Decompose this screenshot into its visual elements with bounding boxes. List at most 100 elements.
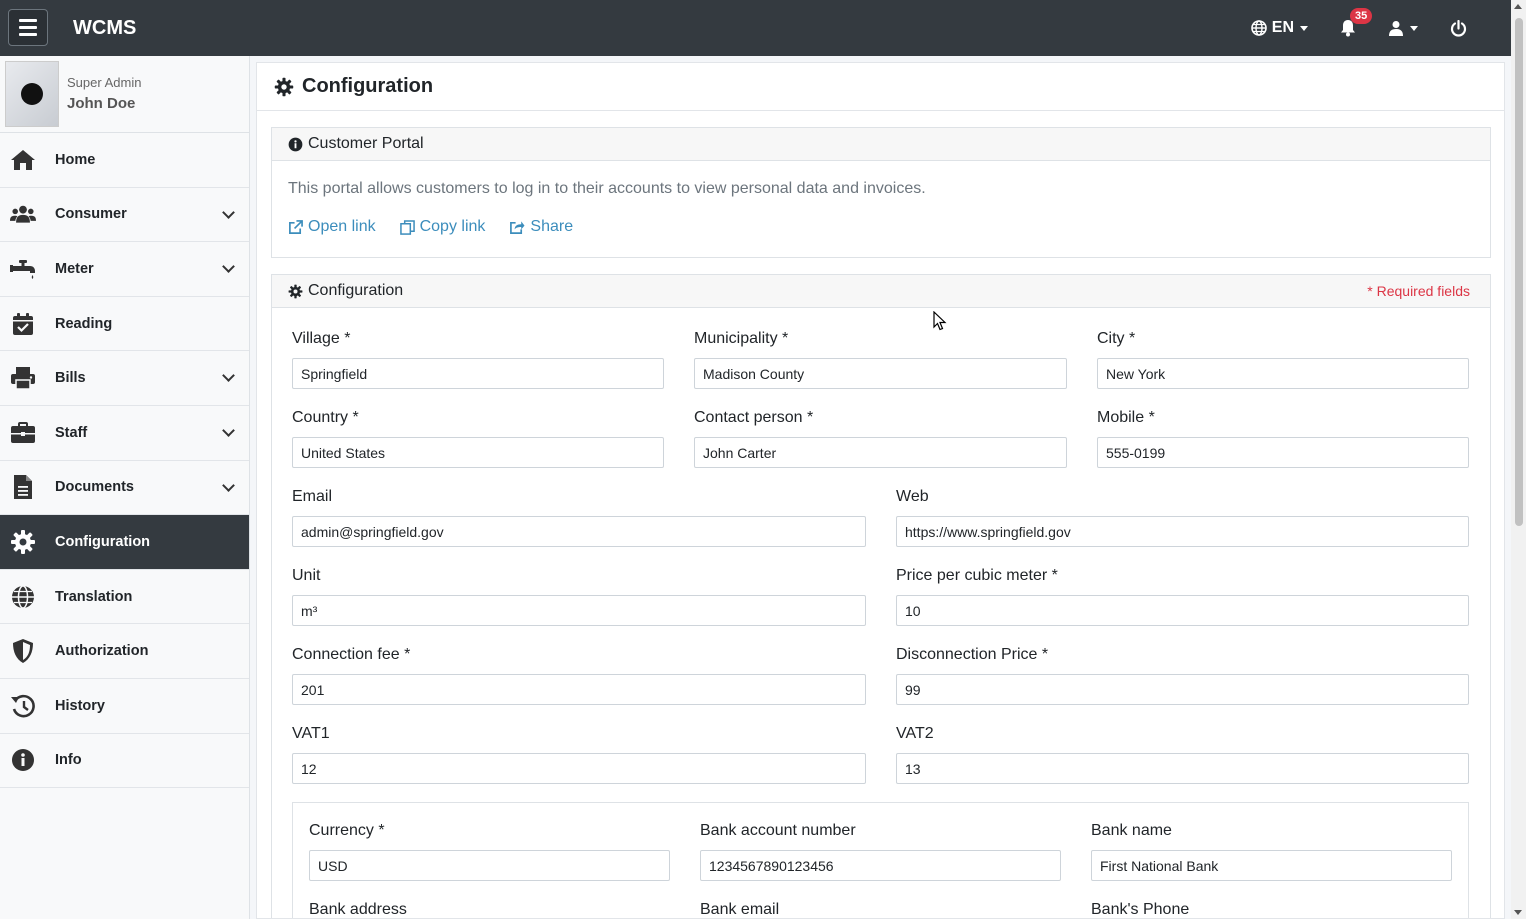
customer-portal-card: Customer Portal This portal allows custo… bbox=[271, 127, 1491, 258]
open-link-button[interactable]: Open link bbox=[288, 218, 376, 236]
price-per-cubic-meter-field-group: Price per cubic meter * bbox=[896, 567, 1469, 626]
configuration-card: Configuration * Required fields Village … bbox=[271, 274, 1491, 918]
sidebar-item-staff[interactable]: Staff bbox=[0, 406, 249, 461]
bank-address-label: Bank address bbox=[309, 901, 407, 918]
chevron-down-icon bbox=[222, 424, 235, 437]
disconnection-price-input[interactable] bbox=[896, 674, 1469, 705]
city-input[interactable] bbox=[1097, 358, 1469, 389]
vat2-label: VAT2 bbox=[896, 725, 934, 742]
notification-badge: 35 bbox=[1350, 8, 1373, 24]
sidebar-item-configuration[interactable]: Configuration bbox=[0, 515, 249, 570]
file-icon bbox=[10, 474, 36, 500]
scroll-up-arrow-icon[interactable] bbox=[1514, 4, 1522, 9]
language-dropdown[interactable]: EN bbox=[1235, 0, 1324, 56]
disconnection-price-label: Disconnection Price * bbox=[896, 646, 1049, 663]
top-navbar: WCMS EN 35 bbox=[0, 0, 1511, 56]
hamburger-icon-bar bbox=[19, 19, 37, 22]
bank-name-field-group: Bank name bbox=[1091, 822, 1452, 881]
app-brand[interactable]: WCMS bbox=[73, 17, 136, 40]
village-input[interactable] bbox=[292, 358, 664, 389]
scroll-down-arrow-icon[interactable] bbox=[1514, 910, 1522, 915]
sidebar-item-reading[interactable]: Reading bbox=[0, 297, 249, 352]
external-link-icon bbox=[289, 219, 303, 234]
sidebar-item-info[interactable]: Info bbox=[0, 734, 249, 789]
sidebar-item-translation[interactable]: Translation bbox=[0, 570, 249, 625]
faucet-icon bbox=[10, 256, 36, 282]
mouse-cursor-icon bbox=[933, 311, 947, 331]
language-label: EN bbox=[1271, 19, 1294, 36]
municipality-field-group: Municipality * bbox=[694, 330, 1067, 389]
notifications-button[interactable]: 35 bbox=[1324, 0, 1373, 56]
page-scrollbar[interactable] bbox=[1511, 0, 1526, 919]
sidebar-item-history[interactable]: History bbox=[0, 679, 249, 734]
bank-account-number-input[interactable] bbox=[700, 850, 1061, 881]
chevron-down-icon bbox=[222, 260, 235, 274]
shield-icon bbox=[10, 638, 36, 664]
user-name[interactable]: John Doe bbox=[67, 95, 135, 112]
vat2-input[interactable] bbox=[896, 753, 1469, 784]
sidebar-item-home[interactable]: Home bbox=[0, 133, 249, 188]
sidebar-item-meter[interactable]: Meter bbox=[0, 242, 249, 297]
sidebar-item-label: Configuration bbox=[55, 533, 151, 550]
logout-button[interactable] bbox=[1434, 0, 1483, 56]
web-input[interactable] bbox=[896, 516, 1469, 547]
print-icon bbox=[10, 365, 36, 391]
main-content: Configuration Customer Portal This porta… bbox=[256, 62, 1505, 919]
navbar-right: EN 35 bbox=[1235, 0, 1483, 56]
info-icon bbox=[10, 747, 36, 773]
hamburger-menu-button[interactable] bbox=[8, 9, 48, 46]
bank-phone-label: Bank's Phone bbox=[1091, 901, 1190, 918]
page-title: Configuration bbox=[302, 75, 434, 97]
bank-account-number-field-group: Bank account number bbox=[700, 822, 1061, 881]
contact-person-input[interactable] bbox=[694, 437, 1067, 468]
chevron-down-icon bbox=[222, 205, 235, 219]
mobile-input[interactable] bbox=[1097, 437, 1469, 468]
vat1-input[interactable] bbox=[292, 753, 866, 784]
power-icon bbox=[1450, 19, 1467, 37]
unit-label: Unit bbox=[292, 567, 321, 584]
user-dropdown[interactable] bbox=[1372, 0, 1434, 56]
municipality-input[interactable] bbox=[694, 358, 1067, 389]
customer-portal-title: Customer Portal bbox=[308, 135, 424, 152]
web-field-group: Web bbox=[896, 488, 1469, 547]
sidebar-item-label: Authorization bbox=[55, 643, 149, 660]
bank-phone-field-group: Bank's Phone bbox=[1091, 901, 1452, 918]
sidebar-item-authorization[interactable]: Authorization bbox=[0, 624, 249, 679]
vat2-field-group: VAT2 bbox=[896, 725, 1469, 784]
connection-fee-input[interactable] bbox=[292, 674, 866, 705]
sidebar-item-documents[interactable]: Documents bbox=[0, 461, 249, 516]
configuration-title: Configuration bbox=[308, 282, 404, 299]
email-label: Email bbox=[292, 488, 333, 505]
gear-icon bbox=[10, 529, 36, 555]
sidebar-item-consumer[interactable]: Consumer bbox=[0, 188, 249, 243]
sidebar-item-label: Meter bbox=[55, 260, 94, 277]
sidebar-item-label: Staff bbox=[55, 424, 88, 441]
hamburger-icon-bar bbox=[19, 33, 37, 36]
chevron-down-icon bbox=[222, 478, 235, 492]
portal-description: This portal allows customers to log in t… bbox=[288, 180, 926, 197]
gear-icon bbox=[288, 284, 303, 298]
sidebar-item-label: Documents bbox=[55, 479, 134, 496]
city-field-group: City * bbox=[1097, 330, 1469, 389]
currency-input[interactable] bbox=[309, 850, 670, 881]
currency-label: Currency * bbox=[309, 822, 385, 839]
customer-portal-header: Customer Portal bbox=[272, 128, 1490, 161]
copy-link-button[interactable]: Copy link bbox=[399, 218, 485, 236]
bank-address-field-group: Bank address bbox=[309, 901, 670, 918]
bank-name-input[interactable] bbox=[1091, 850, 1452, 881]
country-field-group: Country * bbox=[292, 409, 664, 468]
price-per-cubic-meter-input[interactable] bbox=[896, 595, 1469, 626]
share-button[interactable]: Share bbox=[509, 218, 573, 236]
country-input[interactable] bbox=[292, 437, 664, 468]
email-input[interactable] bbox=[292, 516, 866, 547]
unit-input[interactable] bbox=[292, 595, 866, 626]
scrollbar-thumb[interactable] bbox=[1515, 18, 1523, 526]
country-label: Country * bbox=[292, 409, 359, 426]
sidebar-item-label: Translation bbox=[55, 588, 133, 605]
sidebar-item-bills[interactable]: Bills bbox=[0, 351, 249, 406]
calendar-check-icon bbox=[10, 311, 36, 337]
city-label: City * bbox=[1097, 330, 1136, 347]
sidebar-item-label: Info bbox=[55, 752, 82, 769]
globe-icon bbox=[1250, 20, 1267, 36]
connection-fee-label: Connection fee * bbox=[292, 646, 411, 663]
